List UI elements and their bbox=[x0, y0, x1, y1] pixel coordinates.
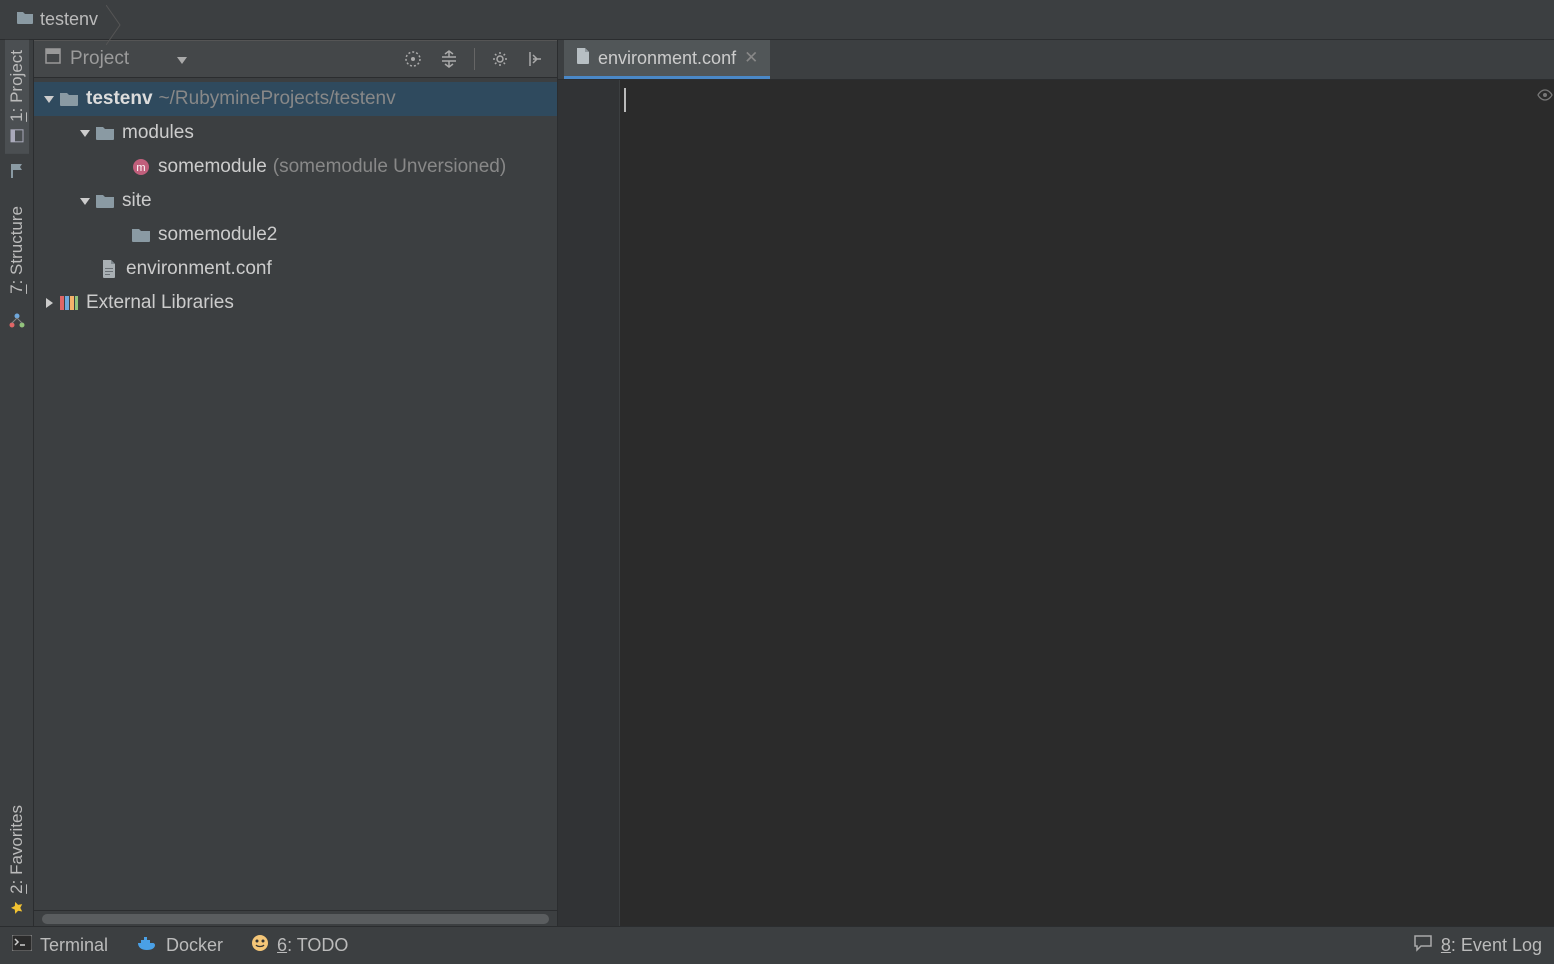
collapse-arrow-icon[interactable] bbox=[40, 297, 58, 309]
chat-icon bbox=[1413, 934, 1433, 957]
editor-tabs: environment.conf ✕ bbox=[558, 40, 1554, 80]
breadcrumb-separator-icon bbox=[106, 5, 124, 45]
status-docker[interactable]: Docker bbox=[136, 935, 223, 956]
terminal-icon bbox=[12, 935, 32, 956]
status-terminal-label: Terminal bbox=[40, 935, 108, 956]
rail-tab-structure[interactable]: 7: Structure bbox=[5, 196, 29, 304]
breadcrumb-root-label: testenv bbox=[40, 9, 98, 30]
star-icon bbox=[9, 900, 25, 916]
tree-item-somemodule2[interactable]: somemodule2 bbox=[34, 218, 557, 252]
status-terminal[interactable]: Terminal bbox=[12, 935, 108, 956]
tree-item-root[interactable]: testenv ~/RubymineProjects/testenv bbox=[34, 82, 557, 116]
rail-tab-project[interactable]: 1: Project bbox=[5, 40, 29, 154]
tree-somemodule2-name: somemodule2 bbox=[158, 224, 277, 246]
tree-root-path: ~/RubymineProjects/testenv bbox=[159, 88, 396, 110]
editor-text-area[interactable] bbox=[620, 80, 1536, 926]
project-icon bbox=[9, 128, 25, 144]
folder-icon bbox=[58, 90, 80, 108]
library-icon bbox=[58, 294, 80, 312]
tree-item-somemodule[interactable]: m somemodule (somemodule Unversioned) bbox=[34, 150, 557, 184]
tree-envfile-name: environment.conf bbox=[126, 258, 272, 280]
eye-icon[interactable] bbox=[1537, 88, 1553, 106]
hide-button[interactable] bbox=[525, 48, 547, 70]
status-docker-label: Docker bbox=[166, 935, 223, 956]
module-icon: m bbox=[130, 158, 152, 176]
expand-arrow-icon[interactable] bbox=[40, 93, 58, 105]
folder-icon bbox=[94, 192, 116, 210]
tree-root-name: testenv bbox=[86, 88, 153, 110]
tree-item-site[interactable]: site bbox=[34, 184, 557, 218]
text-cursor bbox=[624, 88, 626, 112]
breadcrumb-root[interactable]: testenv bbox=[8, 5, 106, 34]
folder-icon bbox=[130, 226, 152, 244]
file-icon bbox=[98, 260, 120, 278]
status-todo-label: 6: TODO bbox=[277, 935, 348, 956]
status-bar: Terminal Docker 6: TODO 8: Event Log bbox=[0, 926, 1554, 964]
status-event-log[interactable]: 8: Event Log bbox=[1413, 934, 1542, 957]
left-tool-rail: 1: Project 7: Structure 2: Favorites bbox=[0, 40, 34, 926]
project-panel: Project bbox=[34, 40, 558, 926]
expand-arrow-icon[interactable] bbox=[76, 127, 94, 139]
panel-icon bbox=[44, 47, 62, 71]
todo-icon bbox=[251, 934, 269, 957]
project-view-selector[interactable]: Project bbox=[44, 47, 187, 71]
collapse-all-button[interactable] bbox=[438, 48, 460, 70]
project-panel-header: Project bbox=[34, 40, 557, 78]
editor-area: environment.conf ✕ bbox=[558, 40, 1554, 926]
folder-icon bbox=[94, 124, 116, 142]
tree-site-name: site bbox=[122, 190, 152, 212]
expand-arrow-icon[interactable] bbox=[76, 195, 94, 207]
scroll-thumb[interactable] bbox=[42, 914, 549, 924]
editor-tab-label: environment.conf bbox=[598, 48, 736, 69]
tree-external-name: External Libraries bbox=[86, 292, 234, 314]
locate-button[interactable] bbox=[402, 48, 424, 70]
separator bbox=[474, 48, 475, 70]
rail-tab-structure-label: 7: Structure bbox=[7, 206, 27, 294]
rail-hierarchy-icon[interactable] bbox=[0, 304, 34, 338]
tree-somemodule-hint: (somemodule Unversioned) bbox=[273, 156, 506, 178]
tree-item-external-libraries[interactable]: External Libraries bbox=[34, 286, 557, 320]
tree-item-modules[interactable]: modules bbox=[34, 116, 557, 150]
rail-flag-icon[interactable] bbox=[0, 154, 34, 188]
editor-right-gutter bbox=[1536, 80, 1554, 926]
horizontal-scrollbar[interactable] bbox=[34, 910, 557, 926]
gear-button[interactable] bbox=[489, 48, 511, 70]
breadcrumb: testenv bbox=[0, 0, 1554, 40]
svg-text:m: m bbox=[136, 162, 145, 174]
docker-icon bbox=[136, 935, 158, 956]
tree-somemodule-name: somemodule bbox=[158, 156, 267, 178]
chevron-down-icon bbox=[177, 48, 187, 70]
tree-modules-name: modules bbox=[122, 122, 194, 144]
rail-tab-favorites-label: 2: Favorites bbox=[7, 805, 27, 894]
close-tab-button[interactable]: ✕ bbox=[744, 48, 758, 68]
project-tree[interactable]: testenv ~/RubymineProjects/testenv modul… bbox=[34, 78, 557, 910]
file-icon bbox=[576, 47, 590, 70]
status-eventlog-label: 8: Event Log bbox=[1441, 935, 1542, 956]
folder-icon bbox=[16, 9, 34, 30]
rail-tab-project-label: 1: Project bbox=[7, 50, 27, 122]
project-view-label: Project bbox=[70, 48, 129, 70]
editor-tab-envconf[interactable]: environment.conf ✕ bbox=[564, 40, 770, 79]
status-todo[interactable]: 6: TODO bbox=[251, 934, 348, 957]
editor-gutter bbox=[558, 80, 620, 926]
tree-item-envfile[interactable]: environment.conf bbox=[34, 252, 557, 286]
editor-body[interactable] bbox=[558, 80, 1554, 926]
rail-tab-favorites[interactable]: 2: Favorites bbox=[5, 795, 29, 926]
